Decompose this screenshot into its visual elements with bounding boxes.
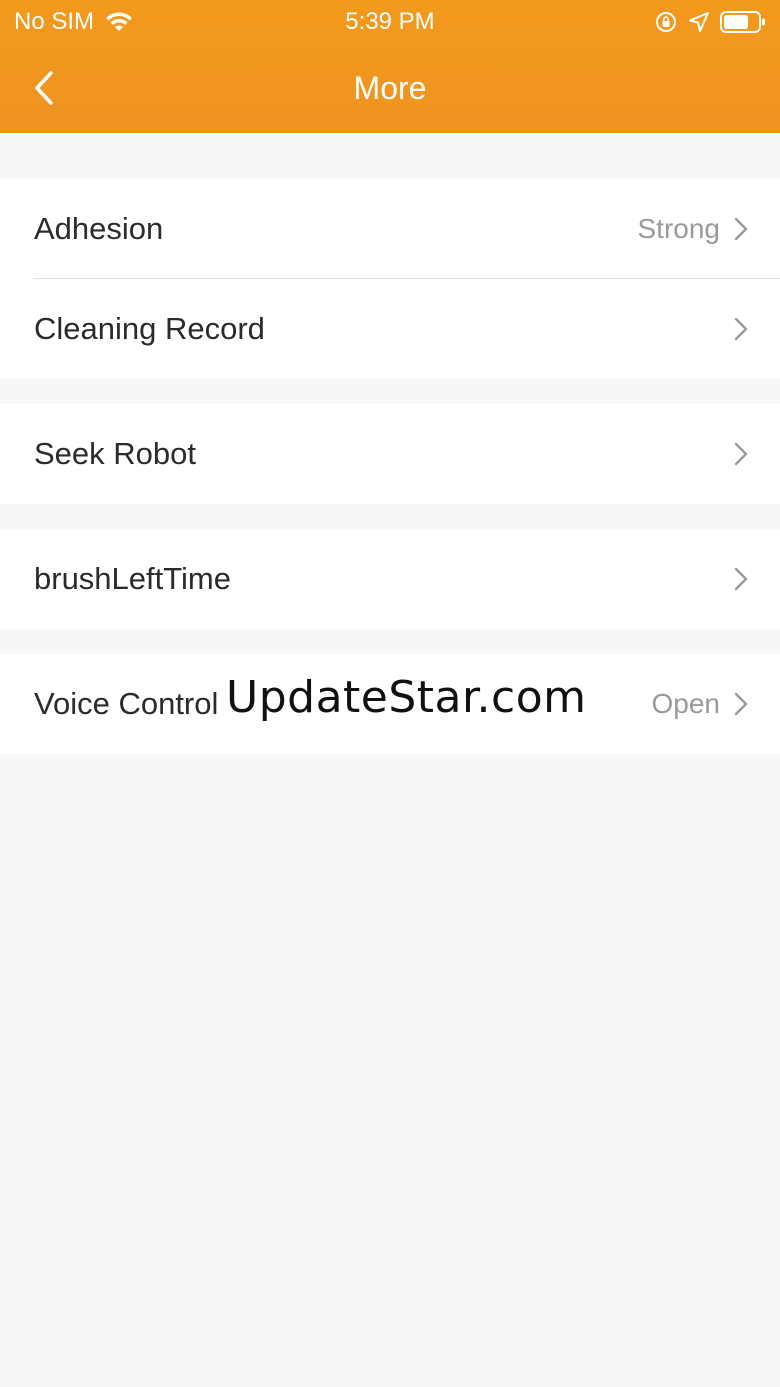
status-right <box>644 8 766 36</box>
row-brush-left-time[interactable]: brushLeftTime <box>0 529 780 629</box>
settings-group-3: brushLeftTime <box>0 529 780 629</box>
row-right: Strong <box>638 179 751 279</box>
row-label: Voice Control <box>34 686 219 721</box>
settings-group-4: Voice Control Open <box>0 654 780 754</box>
status-bar: No SIM 5:39 PM <box>0 0 780 44</box>
chevron-right-icon <box>734 567 748 591</box>
row-seek-robot[interactable]: Seek Robot <box>0 404 780 504</box>
row-label: brushLeftTime <box>34 561 231 596</box>
settings-group-2: Seek Robot <box>0 404 780 504</box>
row-right <box>720 279 750 379</box>
chevron-right-icon <box>734 442 748 466</box>
row-label: Adhesion <box>34 211 164 246</box>
battery-icon <box>720 11 765 33</box>
chevron-right-icon <box>734 317 748 341</box>
settings-group-1: Adhesion Strong Cleaning Record <box>0 179 780 379</box>
header-bar: No SIM 5:39 PM More <box>0 0 780 133</box>
row-adhesion[interactable]: Adhesion Strong <box>0 179 780 279</box>
orientation-lock-icon <box>656 12 676 32</box>
row-right <box>720 529 750 629</box>
nav-bar: More <box>0 44 780 133</box>
row-cleaning-record[interactable]: Cleaning Record <box>0 279 780 379</box>
row-label: Cleaning Record <box>34 311 265 346</box>
adhesion-value: Strong <box>637 213 721 244</box>
row-label: Seek Robot <box>34 436 196 471</box>
chevron-right-icon <box>734 692 748 716</box>
row-voice-control[interactable]: Voice Control Open <box>0 654 780 754</box>
row-right <box>720 404 750 504</box>
page-title: More <box>353 70 427 106</box>
location-icon <box>689 12 709 32</box>
voice-control-value: Open <box>651 688 721 719</box>
row-right: Open <box>652 654 751 754</box>
chevron-right-icon <box>734 217 748 241</box>
